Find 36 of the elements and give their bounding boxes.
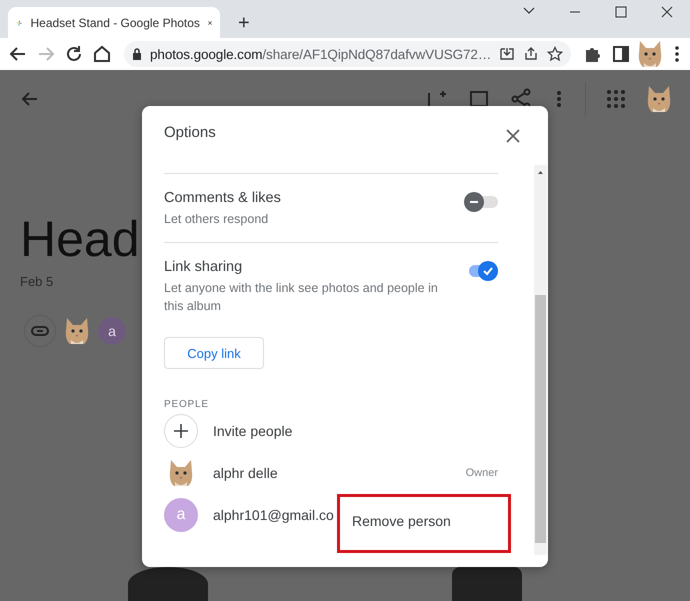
plus-icon[interactable] (164, 414, 198, 448)
share-icon[interactable] (523, 46, 540, 62)
setting-title: Comments & likes (164, 190, 282, 206)
person-role: Owner (466, 467, 498, 479)
address-bar[interactable]: photos.google.com/share/AF1QipNdQ87dafvwVUSG72… (124, 41, 572, 67)
setting-title: Link sharing (164, 259, 244, 275)
cat-avatar-icon (646, 84, 672, 114)
photo-placeholder (452, 567, 522, 601)
dialog-title: Options (164, 124, 216, 141)
copy-link-button[interactable]: Copy link (164, 337, 264, 369)
install-icon[interactable] (499, 46, 516, 62)
cat-avatar-icon (64, 316, 90, 346)
cat-avatar-icon (637, 39, 664, 69)
scrollbar[interactable] (534, 165, 547, 555)
apps-grid-icon[interactable] (604, 87, 628, 111)
new-tab-button[interactable]: + (234, 13, 254, 33)
album-date: Feb 5 (20, 274, 54, 289)
url-text: photos.google.com/share/AF1QipNdQ87dafvwVUSG72… (150, 46, 492, 62)
star-icon[interactable] (547, 46, 564, 62)
person-name: alphr delle (213, 465, 278, 481)
cat-avatar-icon (168, 458, 194, 488)
toggle-switch[interactable] (464, 192, 498, 212)
section-heading: PEOPLE (164, 399, 210, 410)
setting-description: Let others respond (164, 211, 270, 228)
menu-item[interactable]: Remove person (340, 512, 508, 528)
setting-description: Let anyone with the link see photos and people in this album (164, 280, 439, 315)
letter-avatar: a (98, 317, 126, 345)
browser-tab[interactable]: Headset Stand - Google Photos (8, 7, 220, 38)
person-name: alphr101@gmail.co (213, 507, 334, 523)
close-icon[interactable] (506, 128, 520, 142)
letter-avatar: a (164, 498, 198, 532)
lock-icon (132, 48, 142, 60)
invite-people-link[interactable]: Invite people (213, 423, 292, 439)
tab-title: Headset Stand - Google Photos (30, 16, 200, 30)
link-icon[interactable] (24, 315, 56, 347)
album-title: Head (20, 210, 140, 268)
